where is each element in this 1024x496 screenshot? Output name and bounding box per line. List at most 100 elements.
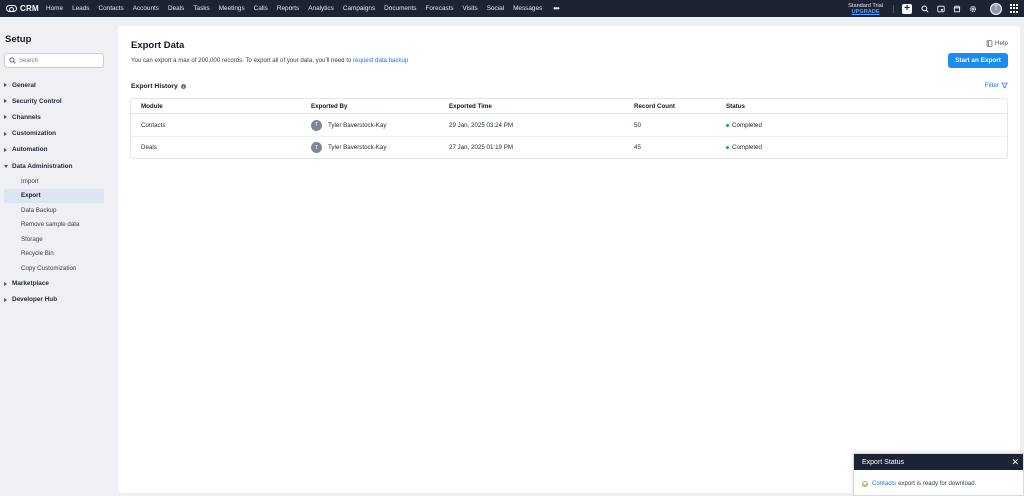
status-text: Completed <box>732 121 762 129</box>
export-history-table: Module Exported By Exported Time Record … <box>130 98 1008 159</box>
upgrade-link[interactable]: UPGRADE <box>848 9 883 15</box>
filter-label: Filter <box>984 82 999 89</box>
cell-exported-time: 29 Jan, 2025 03:24 PM <box>449 121 513 129</box>
crm-logo-icon <box>6 5 17 12</box>
sidebar-search[interactable] <box>4 53 104 68</box>
nav-calls[interactable]: Calls <box>252 5 275 12</box>
sidebar-group-label: Customization <box>12 130 57 138</box>
nav-accounts[interactable]: Accounts <box>131 5 166 12</box>
sidebar-item-import[interactable]: Import <box>4 174 104 189</box>
trial-info: Standard Trial UPGRADE <box>848 3 883 15</box>
search-icon[interactable] <box>920 4 930 14</box>
nav-meetings[interactable]: Meetings <box>217 5 252 12</box>
export-description: You can export a max of 200,000 records.… <box>131 57 408 64</box>
marketplace-icon[interactable] <box>952 4 962 14</box>
sidebar-group-label: Developer Hub <box>12 296 58 304</box>
sidebar-group-label: Channels <box>12 113 41 121</box>
nav-deals[interactable]: Deals <box>166 5 191 12</box>
sidebar-group-automation[interactable]: Automation <box>0 142 110 158</box>
col-module: Module <box>141 102 163 110</box>
sidebar-item-recycle-bin[interactable]: Recycle Bin <box>4 247 104 262</box>
start-export-button[interactable]: Start an Export <box>948 53 1008 68</box>
col-status: Status <box>726 102 745 110</box>
caret-right-icon <box>4 83 7 88</box>
crm-logo[interactable]: CRM <box>0 0 44 17</box>
sidebar-item-remove-sample-data[interactable]: Remove sample data <box>4 218 104 233</box>
nav-contacts[interactable]: Contacts <box>96 5 130 12</box>
book-icon <box>986 40 993 47</box>
help-link[interactable]: Help <box>986 40 1008 47</box>
sidebar-group-label: Security Control <box>12 97 62 105</box>
history-title-text: Export History <box>131 83 178 90</box>
sidebar-title: Setup <box>5 34 32 45</box>
logo-text: CRM <box>20 4 39 13</box>
create-new-button[interactable]: + <box>902 3 912 14</box>
app-grid-icon[interactable] <box>1010 3 1020 14</box>
col-record-count: Record Count <box>634 102 675 110</box>
status-dot-icon <box>726 123 729 127</box>
sidebar-group-developer-hub[interactable]: Developer Hub <box>0 292 110 308</box>
col-exported-time: Exported Time <box>449 102 492 110</box>
sidebar-group-customization[interactable]: Customization <box>0 126 110 142</box>
close-icon[interactable]: ✕ <box>1011 457 1019 467</box>
popup-title: Export Status <box>862 458 905 466</box>
contacts-export-link[interactable]: Contacts <box>872 480 896 487</box>
sidebar-item-export[interactable]: Export <box>4 188 104 204</box>
nav-leads[interactable]: Leads <box>70 5 96 12</box>
cell-module: Contacts <box>141 121 166 129</box>
gear-icon[interactable] <box>968 4 978 14</box>
cell-exported-by: T Tyler Baverstock-Kay <box>311 142 449 153</box>
avatar: T <box>311 119 322 131</box>
calendar-icon[interactable] <box>936 4 946 14</box>
filter-button[interactable]: Filter <box>985 82 1008 89</box>
page-title: Export Data <box>131 40 185 51</box>
search-icon <box>9 57 16 64</box>
nav-analytics[interactable]: Analytics <box>306 5 341 12</box>
sidebar-item-data-backup[interactable]: Data Backup <box>4 203 104 218</box>
status-text: Completed <box>732 144 762 151</box>
popup-message: export is ready for download. <box>898 480 977 487</box>
setup-sidebar: Setup General Security Control Channels … <box>0 26 110 496</box>
nav-home[interactable]: Home <box>44 5 70 12</box>
cell-status: Completed <box>726 144 1007 151</box>
caret-right-icon <box>4 115 7 120</box>
cell-record-count: 45 <box>634 144 641 151</box>
nav-messages[interactable]: Messages <box>511 5 549 12</box>
nav-social[interactable]: Social <box>485 5 511 12</box>
description-text: You can export a max of 200,000 records.… <box>131 57 354 64</box>
table-row[interactable]: Deals T Tyler Baverstock-Kay 27 Jan, 202… <box>131 136 1007 158</box>
exported-by-name: Tyler Baverstock-Kay <box>328 121 387 129</box>
sidebar-search-input[interactable] <box>19 57 99 64</box>
caret-right-icon <box>4 131 7 136</box>
nav-forecasts[interactable]: Forecasts <box>423 5 460 12</box>
sidebar-group-marketplace[interactable]: Marketplace <box>0 276 110 292</box>
cell-exported-by: T Tyler Baverstock-Kay <box>311 119 449 131</box>
nav-items: Home Leads Contacts Accounts Deals Tasks… <box>44 0 563 17</box>
cell-record-count: 50 <box>634 121 641 129</box>
nav-tasks[interactable]: Tasks <box>191 5 216 12</box>
request-backup-link[interactable]: request data backup <box>353 57 408 64</box>
sidebar-group-general[interactable]: General <box>0 77 110 93</box>
nav-documents[interactable]: Documents <box>382 5 423 12</box>
caret-right-icon <box>4 281 7 286</box>
filter-icon <box>1001 82 1008 89</box>
info-icon[interactable]: i <box>180 84 186 89</box>
caret-right-icon <box>4 99 7 104</box>
nav-more-icon[interactable]: ••• <box>549 4 562 13</box>
export-history-title: Export History i <box>131 83 186 90</box>
sidebar-item-copy-customization[interactable]: Copy Customization <box>4 261 104 276</box>
status-dot-icon <box>726 146 729 149</box>
nav-reports[interactable]: Reports <box>275 5 306 12</box>
sidebar-group-security-control[interactable]: Security Control <box>0 93 110 109</box>
col-exported-by: Exported By <box>311 102 348 110</box>
nav-visits[interactable]: Visits <box>461 5 485 12</box>
export-data-panel: Export Data Help You can export a max of… <box>118 26 1020 493</box>
sidebar-group-data-administration[interactable]: Data Administration <box>0 158 110 174</box>
popup-body: Contacts export is ready for download. <box>854 470 1023 487</box>
user-avatar[interactable]: T <box>990 2 1002 15</box>
nav-campaigns[interactable]: Campaigns <box>341 5 382 12</box>
table-row[interactable]: Contacts T Tyler Baverstock-Kay 29 Jan, … <box>131 114 1007 136</box>
check-circle-icon <box>862 480 868 487</box>
sidebar-item-storage[interactable]: Storage <box>4 232 104 247</box>
sidebar-group-channels[interactable]: Channels <box>0 109 110 125</box>
